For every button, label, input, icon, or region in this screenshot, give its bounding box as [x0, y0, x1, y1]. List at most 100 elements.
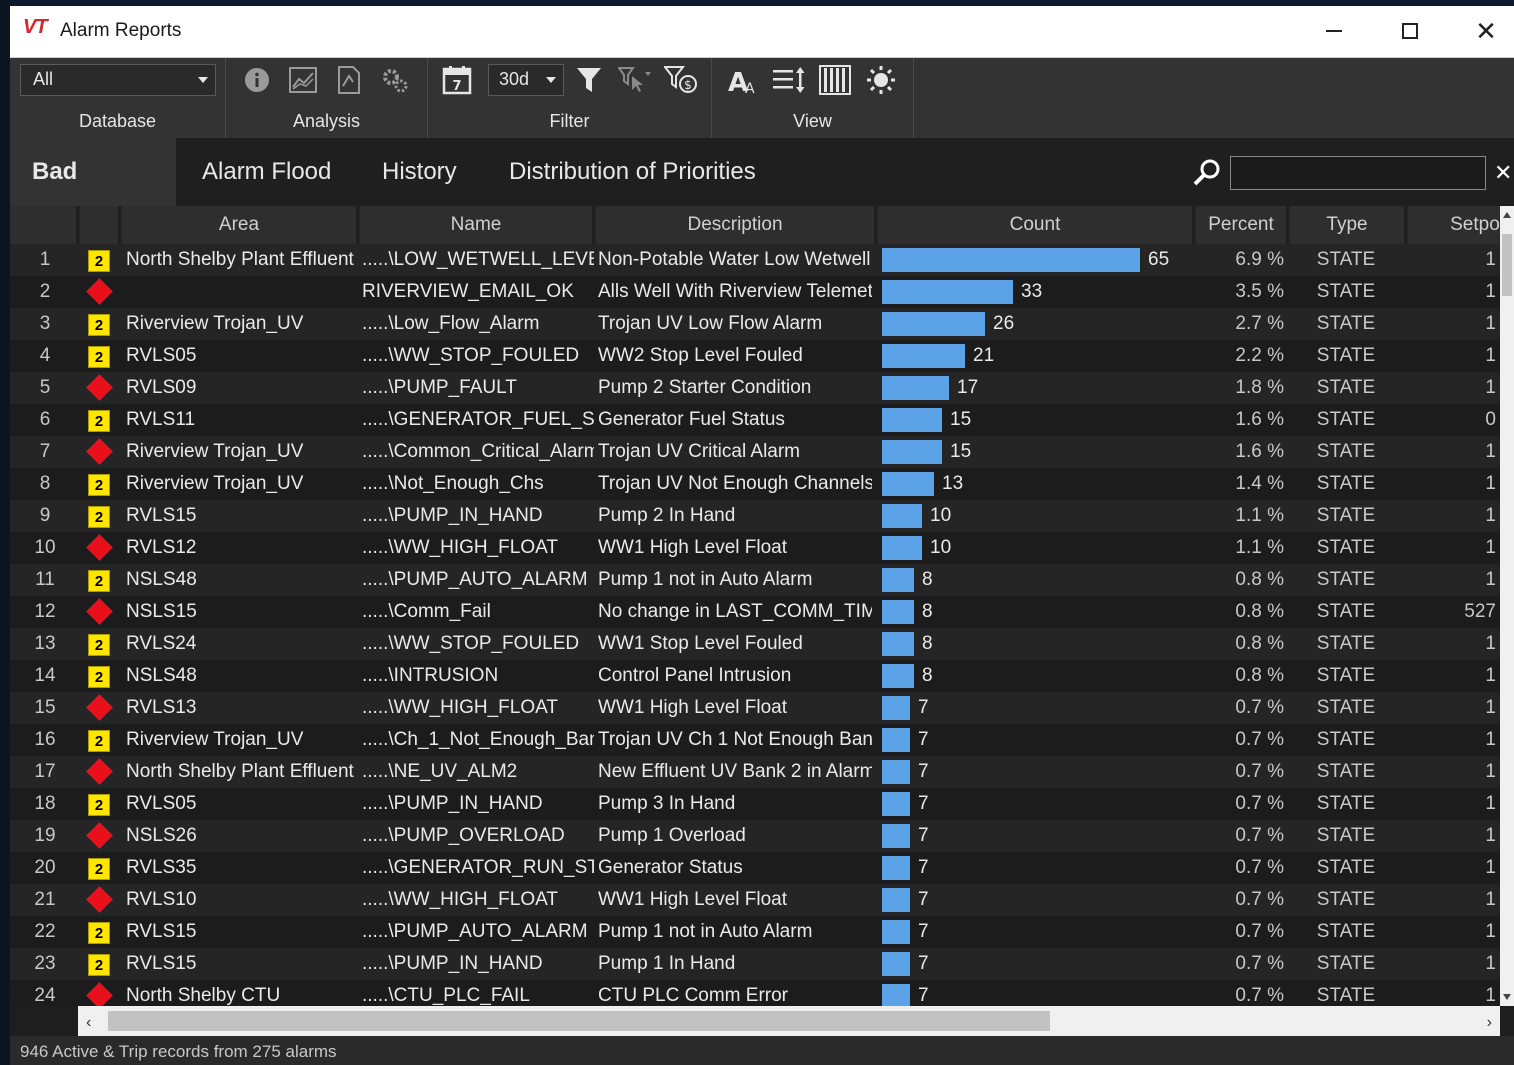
count-value: 8 — [922, 601, 933, 622]
scroll-right-icon[interactable]: › — [1487, 1014, 1492, 1032]
column-header-name[interactable]: Name — [360, 206, 594, 244]
ribbon-group-view: AA View — [712, 58, 914, 138]
table-row[interactable]: 12 NSLS15 .....\Comm_Fail No change in LAST… — [10, 596, 1500, 628]
table-row[interactable]: 24 North Shelby CTU .....\CTU_PLC_FAIL CTU … — [10, 980, 1500, 1006]
priority-cell: 2 — [84, 500, 114, 532]
column-header-type[interactable]: Type — [1290, 206, 1406, 244]
scroll-down-icon[interactable] — [1503, 994, 1511, 1000]
table-row[interactable]: 3 2 Riverview Trojan_UV .....\Low_Flow_Alar… — [10, 308, 1500, 340]
tab-bad-actors[interactable]: Bad Actors — [10, 138, 176, 253]
setpoint-cell: 1 — [1485, 921, 1496, 942]
table-row[interactable]: 21 RVLS10 .....\WW_HIGH_FLOAT WW1 High Leve… — [10, 884, 1500, 916]
count-cell: 7 — [882, 884, 1194, 916]
type-cell: STATE — [1316, 441, 1376, 462]
priority-1-diamond-icon — [86, 278, 113, 305]
table-row[interactable]: 9 2 RVLS15 .....\PUMP_IN_HAND Pump 2 In Hand… — [10, 500, 1500, 532]
type-cell: STATE — [1316, 633, 1376, 654]
count-value: 13 — [942, 473, 964, 494]
funnel-icon[interactable] — [572, 64, 606, 96]
priority-cell: 2 — [84, 788, 114, 820]
type-cell: STATE — [1316, 793, 1376, 814]
column-header-count[interactable]: Count — [878, 206, 1194, 244]
search-icon[interactable] — [1192, 158, 1222, 188]
table-row[interactable]: 6 2 RVLS11 .....\GENERATOR_FUEL_STATUSGener… — [10, 404, 1500, 436]
columns-icon[interactable] — [818, 64, 852, 96]
filter-status-icon[interactable]: $ — [664, 64, 698, 96]
close-button[interactable]: ✕ — [1448, 6, 1514, 56]
row-height-icon[interactable] — [772, 64, 806, 96]
count-cell: 15 — [882, 436, 1194, 468]
tab-distribution-of-priorities[interactable]: Distribution of Priorities — [487, 138, 778, 206]
name-cell: .....\WW_STOP_FOULED — [362, 633, 580, 654]
count-cell: 15 — [882, 404, 1194, 436]
table-row[interactable]: 19 NSLS26 .....\PUMP_OVERLOAD Pump 1 Overlo… — [10, 820, 1500, 852]
table-row[interactable]: 8 2 Riverview Trojan_UV .....\Not_Enough_Ch… — [10, 468, 1500, 500]
count-bar — [882, 376, 949, 400]
info-icon[interactable] — [240, 64, 274, 96]
vertical-scrollbar[interactable] — [1500, 206, 1514, 1006]
ribbon-group-label: Filter — [549, 111, 590, 131]
description-cell: Trojan UV Low Flow Alarm — [598, 313, 823, 334]
horizontal-scroll-thumb[interactable] — [108, 1011, 1050, 1031]
column-header-setpoint[interactable]: Setpoi — [1408, 206, 1500, 244]
column-header-description[interactable]: Description — [596, 206, 876, 244]
count-cell: 7 — [882, 788, 1194, 820]
scroll-left-icon[interactable]: ‹ — [86, 1014, 91, 1032]
tab-alarm-flood[interactable]: Alarm Flood — [180, 138, 353, 206]
minimize-button[interactable] — [1296, 6, 1372, 56]
table-row[interactable]: 7 Riverview Trojan_UV .....\Common_Critica… — [10, 436, 1500, 468]
vertical-scroll-thumb[interactable] — [1502, 234, 1512, 296]
search-input[interactable] — [1230, 156, 1486, 190]
table-row[interactable]: 13 2 RVLS24 .....\WW_STOP_FOULED WW1 Stop Le… — [10, 628, 1500, 660]
table-row[interactable]: 20 2 RVLS35 .....\GENERATOR_RUN_STATUSGener… — [10, 852, 1500, 884]
scroll-up-icon[interactable] — [1503, 212, 1511, 218]
priority-2-badge-icon: 2 — [88, 250, 110, 272]
priority-cell: 2 — [84, 340, 114, 372]
type-cell: STATE — [1316, 281, 1376, 302]
row-number: 4 — [39, 345, 51, 366]
font-size-icon[interactable]: AA — [726, 64, 760, 96]
table-row[interactable]: 2 RIVERVIEW_EMAIL_OK Alls Well With Riverv… — [10, 276, 1500, 308]
type-cell: STATE — [1316, 601, 1376, 622]
setpoint-cell: 1 — [1485, 825, 1496, 846]
table-row[interactable]: 5 RVLS09 .....\PUMP_FAULT Pump 2 Starter Co… — [10, 372, 1500, 404]
maximize-button[interactable] — [1372, 6, 1448, 56]
column-header-percent[interactable]: Percent — [1196, 206, 1288, 244]
type-cell: STATE — [1316, 761, 1376, 782]
table-row[interactable]: 16 2 Riverview Trojan_UV .....\Ch_1_Not_Eno… — [10, 724, 1500, 756]
table-row[interactable]: 14 2 NSLS48 .....\INTRUSION Control Panel In… — [10, 660, 1500, 692]
table-row[interactable]: 4 2 RVLS05 .....\WW_STOP_FOULED WW2 Stop Lev… — [10, 340, 1500, 372]
clear-search-icon[interactable]: ✕ — [1494, 160, 1512, 186]
filter-select-icon[interactable] — [618, 64, 652, 96]
settings-icon[interactable] — [378, 64, 412, 96]
table-row[interactable]: 22 2 RVLS15 .....\PUMP_AUTO_ALARM Pump 1 not… — [10, 916, 1500, 948]
table-row[interactable]: 18 2 RVLS05 .....\PUMP_IN_HAND Pump 3 In Han… — [10, 788, 1500, 820]
horizontal-scrollbar[interactable]: ‹ › — [78, 1006, 1500, 1036]
table-row[interactable]: 15 RVLS13 .....\WW_HIGH_FLOAT WW1 High Leve… — [10, 692, 1500, 724]
tab-history[interactable]: History — [360, 138, 479, 206]
priority-2-badge-icon: 2 — [88, 666, 110, 688]
name-cell: .....\Common_Critical_Alarm — [362, 441, 594, 462]
area-cell: North Shelby Plant Effluent — [126, 761, 354, 782]
brightness-icon[interactable] — [864, 64, 898, 96]
table-row[interactable]: 11 2 NSLS48 .....\PUMP_AUTO_ALARM Pump 1 not… — [10, 564, 1500, 596]
type-cell: STATE — [1316, 825, 1376, 846]
count-cell: 13 — [882, 468, 1194, 500]
type-cell: STATE — [1316, 473, 1376, 494]
report-icon[interactable] — [332, 64, 366, 96]
table-row[interactable]: 10 RVLS12 .....\WW_HIGH_FLOAT WW1 High Leve… — [10, 532, 1500, 564]
column-header-area[interactable]: Area — [122, 206, 358, 244]
row-number: 13 — [34, 633, 56, 654]
table-row[interactable]: 17 North Shelby Plant Effluent .....\NE_UV… — [10, 756, 1500, 788]
setpoint-cell: 1 — [1485, 953, 1496, 974]
date-range-select[interactable]: 30d — [488, 64, 564, 96]
calendar-icon[interactable]: 7 — [440, 64, 474, 96]
setpoint-cell: 1 — [1485, 633, 1496, 654]
table-row[interactable]: 23 2 RVLS15 .....\PUMP_IN_HAND Pump 1 In Han… — [10, 948, 1500, 980]
priority-cell — [84, 980, 114, 1006]
chart-icon[interactable] — [286, 64, 320, 96]
table-row[interactable]: 1 2 North Shelby Plant Effluent .....\LOW_W… — [10, 244, 1500, 276]
priority-cell: 2 — [84, 852, 114, 884]
database-select[interactable]: All — [20, 64, 216, 96]
percent-cell: 6.9 % — [1235, 249, 1284, 270]
